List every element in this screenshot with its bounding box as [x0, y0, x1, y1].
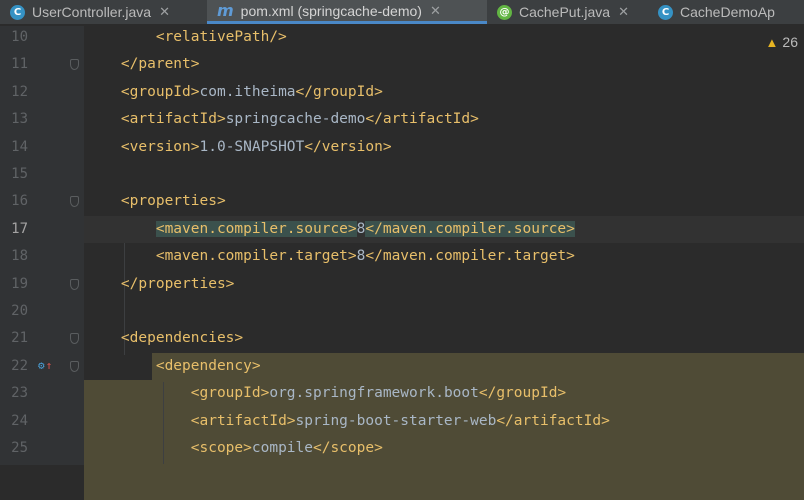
code-text: <version>1.0-SNAPSHOT</version> — [86, 134, 392, 161]
code-text: <dependency> — [86, 353, 261, 380]
line-number: 10 — [11, 29, 28, 45]
code-line[interactable] — [0, 298, 804, 325]
xml-open-tag: <maven.compiler.source> — [155, 220, 357, 237]
line-number: 20 — [11, 303, 28, 319]
close-tab-icon[interactable]: ✕ — [430, 3, 441, 19]
arrow-up-icon: ↑ — [45, 358, 53, 372]
line-number: 21 — [11, 330, 28, 347]
line-number: 18 — [11, 248, 28, 265]
code-text: <maven.compiler.source>8</maven.compiler… — [86, 216, 575, 243]
xml-value: org.springframework.boot — [269, 385, 479, 402]
xml-open-tag: <maven.compiler.target> — [155, 248, 357, 265]
close-tab-icon[interactable]: ✕ — [159, 4, 170, 20]
xml-open-tag: <artifactId> — [120, 111, 226, 128]
tab-cachedemoap[interactable]: C CacheDemoAp — [648, 0, 804, 24]
xml-value: compile — [251, 440, 313, 456]
line-number: 23 — [11, 385, 28, 402]
xml-close-tag: </groupId> — [478, 385, 567, 402]
code-text: <dependencies> — [86, 325, 243, 352]
xml-value: springcache-demo — [225, 111, 366, 128]
xml-tag: <dependencies> — [120, 330, 244, 347]
xml-close-tag: </maven.compiler.target> — [365, 248, 575, 265]
xml-open-tag: <scope> — [190, 440, 252, 456]
line-number: 14 — [11, 138, 28, 155]
xml-close-tag: </maven.compiler.source> — [365, 220, 575, 237]
xml-close-tag: </groupId> — [295, 83, 383, 100]
xml-open-tag: <groupId> — [120, 83, 200, 100]
xml-tag: </properties> — [120, 275, 235, 292]
code-text: <groupId>org.springframework.boot</group… — [86, 380, 566, 407]
xml-value: com.itheima — [199, 83, 296, 100]
xml-close-tag: </scope> — [312, 440, 383, 456]
code-text: <maven.compiler.target>8</maven.compiler… — [86, 243, 575, 270]
line-number: 17 — [11, 220, 28, 237]
xml-tag: <properties> — [120, 193, 226, 210]
xml-close-tag: </artifactId> — [496, 412, 610, 429]
gear-icon: ⚙ — [38, 358, 45, 372]
code-text: </properties> — [86, 271, 235, 298]
tab-label: UserController.java — [32, 4, 152, 20]
code-text: <scope>compile</scope> — [86, 435, 383, 462]
line-number: 15 — [11, 166, 28, 182]
tab-label: pom.xml (springcache-demo) — [240, 2, 422, 19]
line-number: 16 — [11, 193, 28, 210]
xml-value: spring-boot-starter-web — [295, 412, 497, 429]
class-icon: C — [10, 4, 25, 20]
close-tab-icon[interactable]: ✕ — [618, 4, 629, 20]
line-number: 25 — [11, 440, 28, 456]
fold-toggle-icon[interactable] — [70, 360, 79, 372]
xml-tag: </parent> — [120, 56, 200, 73]
fold-toggle-icon[interactable] — [70, 278, 79, 290]
code-line[interactable] — [0, 161, 804, 188]
tab-label: CacheDemoAp — [680, 4, 775, 20]
maven-icon: m — [217, 1, 234, 20]
spring-class-icon: C — [658, 4, 673, 20]
code-text: <properties> — [86, 188, 226, 215]
line-number: 13 — [11, 111, 28, 128]
tab-usercontroller-java[interactable]: C UserController.java ✕ — [0, 0, 207, 24]
tab-label: CachePut.java — [519, 4, 611, 20]
tab-cacheput-java[interactable]: @ CachePut.java ✕ — [487, 0, 648, 24]
xml-open-tag: <version> — [120, 138, 200, 155]
maven-override-marker-icon[interactable]: ⚙↑ — [38, 359, 52, 372]
xml-tag: <relativePath/> — [155, 29, 287, 45]
code-text: <artifactId>springcache-demo</artifactId… — [86, 106, 479, 133]
xml-open-tag: <groupId> — [190, 385, 270, 402]
xml-close-tag: </artifactId> — [365, 111, 479, 128]
xml-value: 1.0-SNAPSHOT — [199, 138, 305, 155]
code-text: </parent> — [86, 51, 200, 78]
line-number: 24 — [11, 412, 28, 429]
line-number: 12 — [11, 83, 28, 100]
annotation-icon: @ — [497, 4, 512, 20]
code-text: <artifactId>spring-boot-starter-web</art… — [86, 408, 610, 435]
line-number: 11 — [11, 56, 28, 73]
editor-tab-bar: C UserController.java ✕ m pom.xml (springcac… — [0, 0, 804, 25]
line-number: 22 — [11, 357, 28, 374]
tab-pom-xml-springcache-demo[interactable]: m pom.xml (springcache-demo) ✕ — [207, 0, 487, 24]
code-text: <groupId>com.itheima</groupId> — [86, 79, 383, 106]
code-editor[interactable]: ▲ 26 10 <relativePath/> 11 </parent> 12 <g… — [0, 24, 804, 500]
line-number: 19 — [11, 275, 28, 292]
code-text: <relativePath/> — [86, 24, 287, 51]
xml-tag: <dependency> — [155, 357, 261, 374]
xml-open-tag: <artifactId> — [190, 412, 296, 429]
xml-close-tag: </version> — [304, 138, 392, 155]
